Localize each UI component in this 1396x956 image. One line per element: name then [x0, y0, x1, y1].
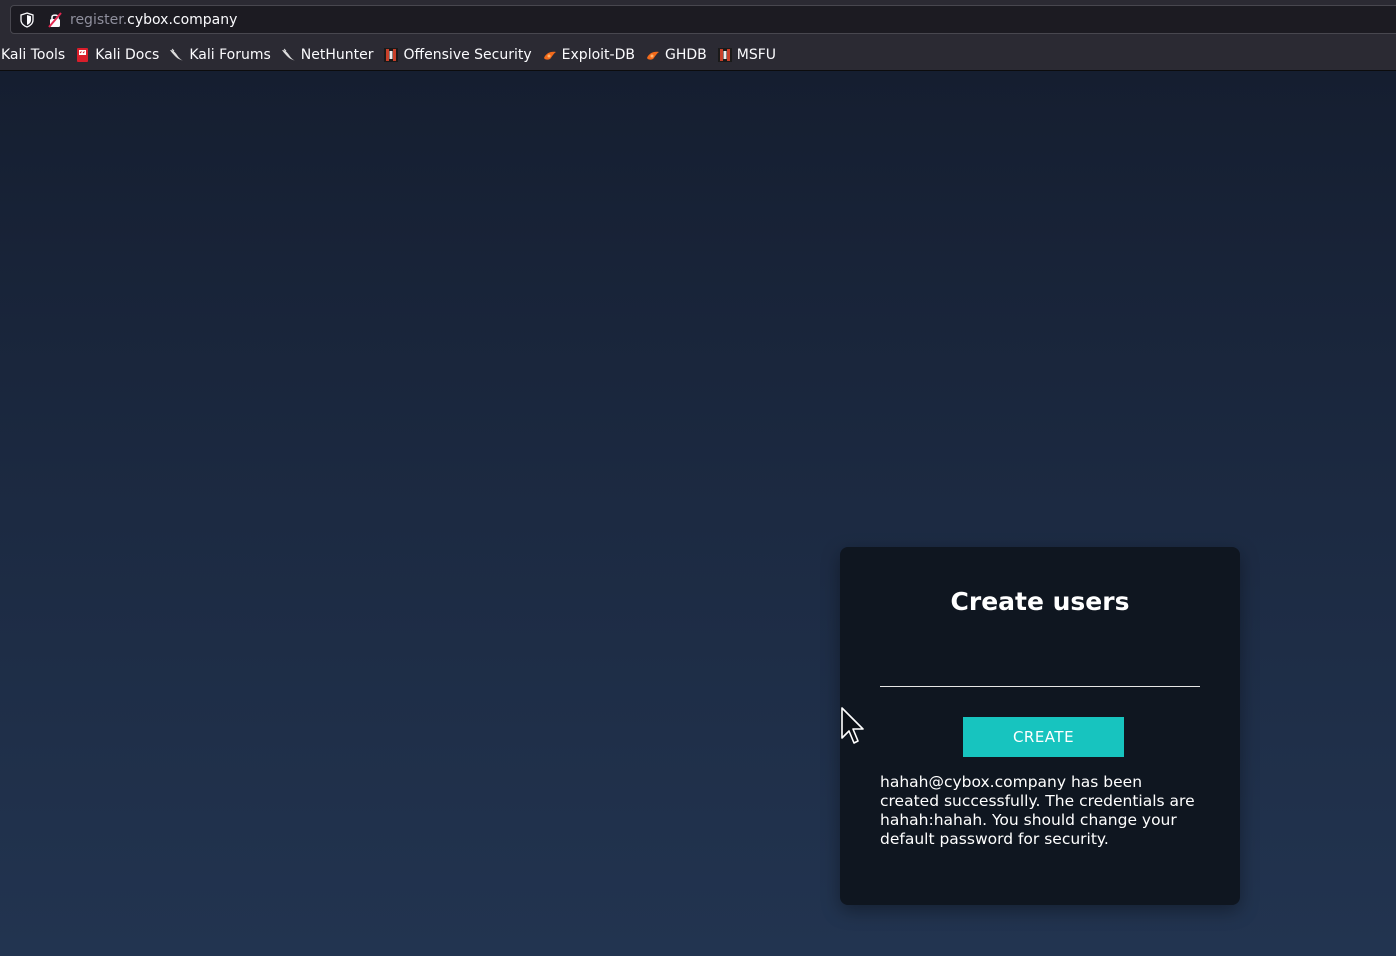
bookmark-nethunter[interactable]: NetHunter	[281, 43, 374, 67]
offsec-icon	[384, 48, 399, 62]
bookmark-label: NetHunter	[300, 47, 374, 63]
url-subdomain: register.	[70, 12, 128, 28]
kali-dragon-icon	[281, 48, 296, 61]
bookmark-kali-docs[interactable]: Kali Docs	[75, 43, 159, 67]
address-bar[interactable]: register.cybox.company	[10, 5, 1396, 34]
bookmark-msfu[interactable]: MSFU	[717, 43, 776, 67]
bookmark-label: GHDB	[664, 47, 707, 63]
page-content: Create users CREATE hahah@cybox.company …	[0, 71, 1396, 956]
bookmark-label: Offensive Security	[403, 47, 532, 63]
bookmark-label: Kali Tools	[1, 47, 66, 63]
browser-toolbar: register.cybox.company	[0, 0, 1396, 40]
exploitdb-icon	[646, 51, 659, 60]
mouse-cursor-icon	[841, 707, 864, 744]
bookmark-label: Kali Forums	[189, 47, 271, 63]
kali-docs-icon	[77, 48, 89, 62]
exploitdb-icon	[543, 51, 556, 60]
kali-dragon-icon	[170, 48, 185, 61]
shield-icon[interactable]	[20, 12, 34, 28]
url-text[interactable]: register.cybox.company	[70, 12, 237, 28]
insecure-lock-icon[interactable]	[48, 12, 62, 28]
create-button[interactable]: CREATE	[963, 717, 1124, 757]
bookmark-label: Kali Docs	[95, 47, 160, 63]
card-title: Create users	[950, 587, 1130, 616]
bookmark-kali-forums[interactable]: Kali Forums	[169, 43, 271, 67]
bookmark-offensive-security[interactable]: Offensive Security	[383, 43, 532, 67]
bookmark-ghdb[interactable]: GHDB	[645, 43, 707, 67]
url-domain: cybox.company	[127, 12, 238, 28]
email-input[interactable]	[880, 647, 1200, 687]
bookmark-label: MSFU	[736, 47, 776, 63]
bookmark-label: Exploit-DB	[561, 47, 635, 63]
bookmark-exploit-db[interactable]: Exploit-DB	[542, 43, 635, 67]
offsec-icon	[717, 48, 732, 62]
result-message: hahah@cybox.company has been created suc…	[880, 773, 1195, 848]
bookmark-kali-tools[interactable]: Kali Tools	[1, 43, 65, 67]
create-users-card: Create users CREATE hahah@cybox.company …	[840, 547, 1240, 905]
bookmarks-toolbar: Kali Tools Kali Docs Kali Forums NetHunt…	[0, 40, 1396, 71]
